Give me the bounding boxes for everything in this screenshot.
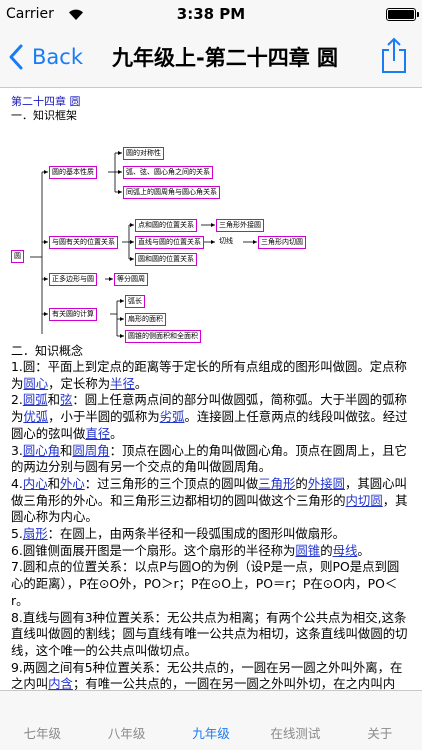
term-link[interactable]: 劣弧 (160, 409, 185, 424)
tab-bar: 七年级 八年级 九年级 在线测试 关于 (0, 690, 422, 750)
concept-text: 的 (320, 542, 333, 558)
diagram-node: 三角形内切圆 (258, 236, 306, 249)
diagram-node: 与圆有关的位置关系 (49, 236, 118, 249)
diagram-node: 切线 (219, 237, 233, 245)
term-link[interactable]: 圆心 (23, 376, 48, 391)
concept-text: 的 (295, 475, 308, 491)
concept-paragraph: 6.圆锥侧面展开图是一个扇形。这个扇形的半径称为圆锥的母线。 (11, 543, 411, 560)
term-link[interactable]: 圆锥 (295, 543, 320, 558)
concept-text: ，定长称为 (48, 375, 111, 391)
term-link[interactable]: 外心 (60, 476, 85, 491)
term-link[interactable]: 圆周角 (72, 443, 109, 458)
status-time: 3:38 PM (176, 5, 246, 23)
term-link[interactable]: 圆心角 (23, 443, 60, 458)
diagram-node: 圆的对称性 (123, 147, 164, 160)
term-link[interactable]: 母线 (333, 543, 358, 558)
share-icon[interactable] (380, 36, 408, 74)
concept-text: ，小于半圆的弧称为 (48, 409, 160, 425)
diagram-node: 圆锥的侧面积和全面积 (125, 330, 201, 343)
page-title: 九年级上-第二十四章 圆 (111, 46, 339, 70)
diagram-node: 圆的基本性质 (49, 166, 97, 179)
chevron-left-icon (9, 44, 23, 70)
concept-text: 。 (357, 542, 370, 558)
term-link[interactable]: 外接圆 (308, 476, 345, 491)
concept-paragraph: 1.圆：平面上到定点的距离等于定长的所有点组成的图形叫做圆。定点称为圆心，定长称… (11, 359, 411, 392)
concept-paragraph: 5.扇形：在圆上，由两条半径和一段弧围成的图形叫做扇形。 (11, 526, 411, 543)
concept-paragraph: 4.内心和外心：过三角形的三个顶点的圆叫做三角形的外接圆，其圆心叫做三角形的外心… (11, 476, 411, 526)
diagram-node: 圆和圆的位置关系 (135, 253, 197, 266)
concept-text: 和 (47, 392, 60, 408)
concept-text: 3. (11, 442, 23, 458)
tab-item[interactable]: 九年级 (169, 691, 253, 750)
back-button[interactable]: Back (8, 40, 83, 74)
battery-icon (386, 8, 419, 21)
term-link[interactable]: 内切圆 (346, 493, 383, 508)
tab-item[interactable]: 在线测试 (253, 691, 337, 750)
concept-text: 和 (60, 442, 73, 458)
term-link[interactable]: 内心 (23, 476, 48, 491)
concept-text: 。 (134, 375, 148, 391)
diagram-node: 扇形的面积 (125, 313, 166, 326)
term-link[interactable]: 扇形 (23, 526, 48, 541)
diagram-node: 等分圆周 (114, 273, 148, 286)
chapter-title: 第二十四章 圆 (11, 95, 81, 108)
concept-text: 2. (11, 392, 23, 408)
diagram-node: 直线与圆的位置关系 (135, 236, 204, 249)
term-link[interactable]: 弦 (60, 392, 72, 407)
concept-paragraph: 2.圆弧和弦：圆上任意两点间的部分叫做圆弧，简称弧。大于半圆的弧称为优弧，小于半… (11, 392, 411, 442)
term-link[interactable]: 内含 (48, 676, 73, 690)
diagram-node: 点和圆的位置关系 (135, 219, 197, 232)
tab-item[interactable]: 七年级 (0, 691, 84, 750)
concept-text: 5. (11, 526, 23, 542)
tab-item[interactable]: 八年级 (84, 691, 168, 750)
section-title-concepts: 二．知识概念 (11, 344, 84, 358)
knowledge-framework-diagram: 圆 圆的基本性质 圆的对称性 弧、弦、圆心角之间的关系 同弧上的圆周角与圆心角关… (9, 129, 409, 343)
diagram-node: 弧长 (125, 295, 145, 308)
term-link[interactable]: 优弧 (23, 409, 48, 424)
term-link[interactable]: 半径 (110, 376, 135, 391)
diagram-node: 有关圆的计算 (49, 308, 97, 321)
diagram-node: 正多边形与圆 (49, 273, 97, 286)
concept-list: 1.圆：平面上到定点的距离等于定长的所有点组成的图形叫做圆。定点称为圆心，定长称… (11, 359, 411, 690)
tab-item[interactable]: 关于 (338, 691, 422, 750)
concept-text: 和 (47, 475, 60, 491)
concept-paragraph: 8.直线与圆有3种位置关系：无公共点为相离；有两个公共点为相交,这条直线叫做圆的… (11, 610, 411, 660)
diagram-node: 弧、弦、圆心角之间的关系 (123, 166, 213, 179)
concept-paragraph: 9.两圆之间有5种位置关系：无公共点的，一圆在另一圆之外叫外离，在之内叫内含；有… (11, 660, 411, 690)
diagram-node-root: 圆 (11, 250, 24, 263)
concept-text: ：在圆上，由两条半径和一段弧围成的图形叫做扇形。 (47, 526, 345, 542)
term-link[interactable]: 三角形 (258, 476, 295, 491)
term-link[interactable]: 直径 (85, 426, 110, 441)
status-bar: Carrier 3:38 PM (0, 0, 422, 28)
concept-text: 4. (11, 475, 23, 491)
concept-paragraph: 7.圆和点的位置关系：以点P与圆O的为例（设P是一点，则PO是点到圆心的距离），… (11, 559, 411, 609)
concept-paragraph: 3.圆心角和圆周角：顶点在圆心上的角叫做圆心角。顶点在圆周上，且它的两边分别与圆… (11, 443, 411, 476)
concept-text: 7.圆和点的位置关系：以点P与圆O的为例（设P是一点，则PO是点到圆心的距离），… (11, 559, 400, 608)
term-link[interactable]: 圆弧 (23, 392, 48, 407)
diagram-node: 三角形外接圆 (216, 219, 264, 232)
diagram-node: 同弧上的圆周角与圆心角关系 (123, 186, 220, 199)
article-content[interactable]: 第二十四章 圆 一．知识框架 圆 圆的基本性质 圆的对称性 弧、弦、圆心角之间的… (0, 89, 422, 690)
navigation-bar: Back 九年级上-第二十四章 圆 (0, 28, 422, 88)
concept-text: 。 (110, 425, 123, 441)
concept-text: 8.直线与圆有3种位置关系：无公共点为相离；有两个公共点为相交,这条直线叫做圆的… (11, 609, 408, 658)
concept-text: ：过三角形的三个顶点的圆叫做 (84, 475, 259, 491)
section-title-framework: 一．知识框架 (11, 109, 77, 122)
concept-text: 6.圆锥侧面展开图是一个扇形。这个扇形的半径称为 (11, 542, 296, 558)
back-label: Back (32, 45, 83, 69)
